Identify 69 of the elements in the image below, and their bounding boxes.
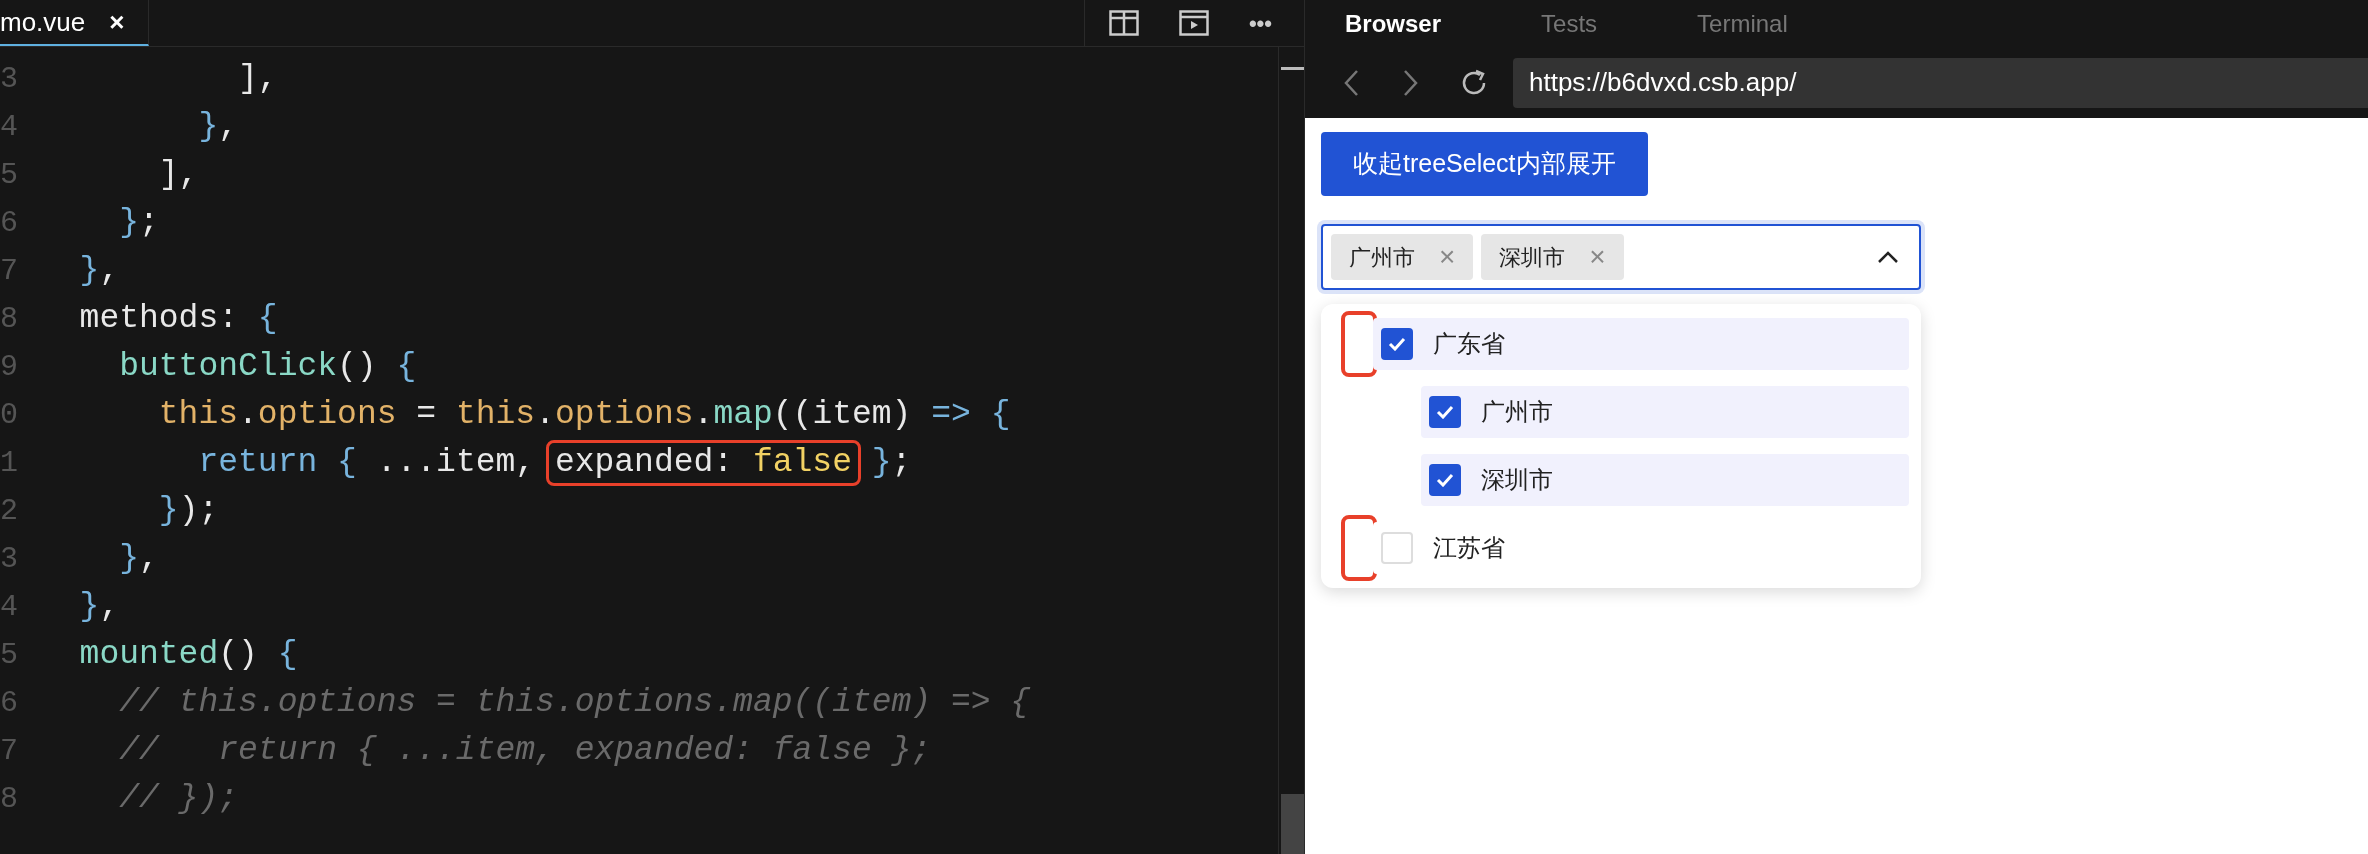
code-text: } — [870, 444, 892, 481]
code-line: methods: { — [78, 299, 278, 339]
tag-label: 广州市 — [1349, 243, 1415, 272]
check-icon — [1388, 337, 1406, 351]
code-line: ], — [237, 59, 278, 99]
split-editor-icon[interactable] — [1108, 10, 1139, 36]
panel-tab[interactable]: Browser — [1345, 5, 1442, 42]
scrollbar-thumb[interactable] — [1281, 794, 1304, 854]
code-line: }, — [78, 251, 120, 291]
checkbox[interactable] — [1381, 328, 1413, 360]
code-text: return { — [197, 444, 357, 481]
tree-item-label: 深圳市 — [1481, 465, 1553, 495]
line-number: 8 — [0, 781, 19, 818]
panel-tab[interactable]: Tests — [1541, 5, 1598, 42]
line-number: 5 — [0, 157, 19, 194]
line-number: 5 — [0, 637, 19, 674]
check-icon — [1436, 473, 1454, 487]
checkbox[interactable] — [1429, 464, 1461, 496]
url-field[interactable]: https://b6dvxd.csb.app/ — [1513, 57, 2368, 108]
code-line: // this.options = this.options.map((item) => { — [118, 683, 1031, 723]
check-icon — [1436, 405, 1454, 419]
code-text: ...item, — [375, 444, 537, 481]
editor-tab[interactable]: mo.vue × — [0, 0, 150, 46]
checkbox[interactable] — [1381, 532, 1413, 564]
code-line: }, — [118, 539, 159, 579]
forward-icon[interactable] — [1403, 68, 1419, 97]
code-line: this.options = this.options.map((item) => { — [157, 395, 1011, 435]
tag-label: 深圳市 — [1499, 243, 1566, 272]
code-line: // }); — [118, 779, 239, 819]
tree-item[interactable]: 深圳市 — [1421, 454, 1909, 506]
code-line: }, — [78, 587, 120, 627]
code-line: buttonClick() { — [118, 347, 417, 387]
tab-label: mo.vue — [0, 5, 86, 39]
line-number: 4 — [0, 589, 19, 626]
line-number: 3 — [0, 61, 19, 98]
checkbox[interactable] — [1429, 396, 1461, 428]
code-line: }); — [157, 491, 219, 531]
preview-icon[interactable] — [1178, 10, 1209, 36]
line-number: 7 — [0, 253, 19, 290]
tree-item-label: 江苏省 — [1433, 533, 1505, 563]
code-text: ; — [891, 444, 912, 481]
panel-tab[interactable]: Terminal — [1697, 5, 1788, 42]
close-icon[interactable]: × — [109, 2, 125, 42]
line-number: 8 — [0, 301, 19, 338]
tree-item[interactable]: 广东省 — [1373, 318, 1909, 370]
line-number: 4 — [0, 109, 19, 146]
tree-item[interactable]: 广州市 — [1421, 386, 1909, 438]
line-number: 1 — [0, 445, 19, 482]
line-number: 6 — [0, 685, 19, 722]
line-number: 2 — [0, 493, 19, 530]
tree-item-label: 广东省 — [1433, 329, 1505, 359]
more-icon[interactable]: ••• — [1248, 6, 1272, 40]
code-line: // return { ...item, expanded: false }; — [118, 731, 932, 771]
chevron-up-icon[interactable] — [1877, 250, 1899, 264]
line-number: 3 — [0, 541, 19, 578]
line-number: 0 — [0, 397, 19, 434]
line-number: 7 — [0, 733, 19, 770]
scrollbar[interactable] — [1278, 47, 1304, 854]
code-line: }, — [197, 107, 239, 147]
code-line: ], — [157, 155, 199, 195]
line-number: 9 — [0, 349, 19, 386]
url-text: https://b6dvxd.csb.app/ — [1529, 66, 1797, 99]
code-line: }; — [118, 203, 159, 243]
line-number: 6 — [0, 205, 19, 242]
code-line: mounted() { — [78, 635, 298, 675]
annotation-box: expanded: false — [545, 440, 861, 486]
back-icon[interactable] — [1343, 68, 1359, 97]
tree-item-label: 广州市 — [1481, 397, 1553, 427]
collapse-button[interactable]: 收起treeSelect内部展开 — [1321, 132, 1648, 196]
